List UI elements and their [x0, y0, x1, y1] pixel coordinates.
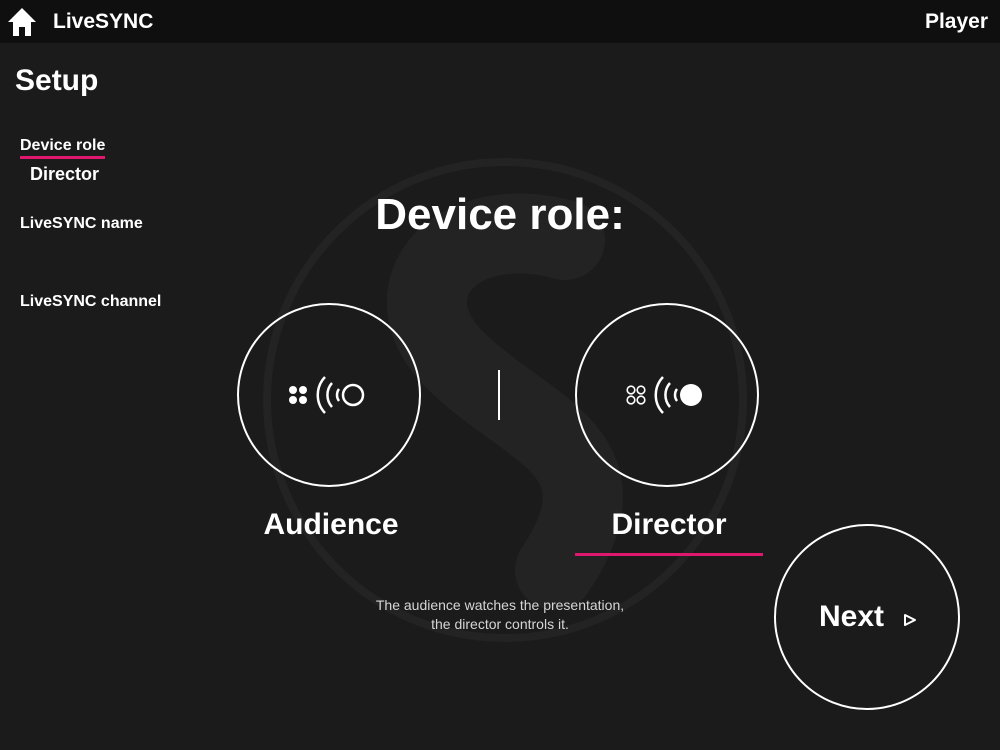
setup-title: Setup — [15, 64, 99, 97]
next-button[interactable]: Next — [774, 524, 960, 710]
play-arrow-icon — [904, 614, 916, 626]
director-broadcast-icon — [626, 376, 702, 414]
top-bar: LiveSYNC Player — [0, 0, 1000, 43]
sidebar-item-device-role-value: Director — [30, 164, 100, 184]
director-label[interactable]: Director — [575, 508, 763, 542]
device-role-heading: Device role: — [375, 190, 625, 239]
home-icon[interactable] — [6, 6, 38, 38]
player-button[interactable]: Player — [925, 10, 988, 34]
sidebar-item-livesync-channel[interactable]: LiveSYNC channel — [20, 293, 161, 311]
selected-role-underline — [575, 553, 763, 556]
sidebar-item-device-role[interactable]: Device role — [20, 137, 106, 159]
director-option-button[interactable] — [575, 303, 759, 487]
option-divider — [498, 370, 500, 420]
audience-option-button[interactable] — [237, 303, 421, 487]
audience-broadcast-icon — [289, 376, 365, 414]
app-title: LiveSYNC — [53, 10, 154, 33]
next-label: Next — [819, 600, 885, 633]
audience-label[interactable]: Audience — [237, 508, 425, 542]
